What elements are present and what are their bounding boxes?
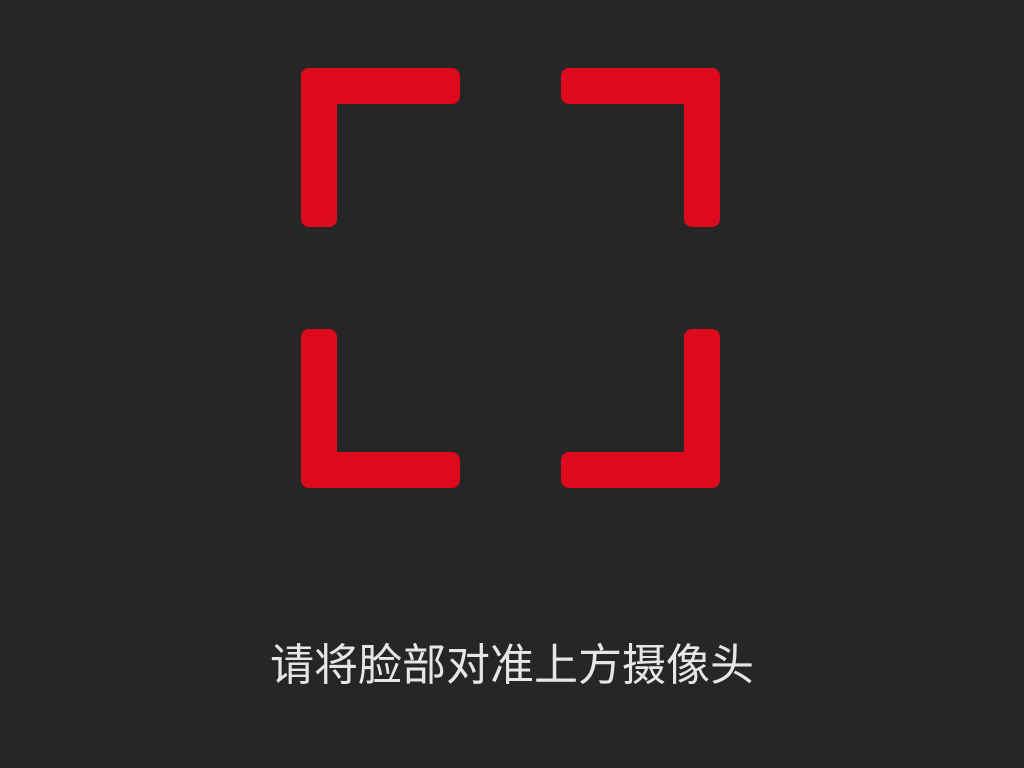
frame-corner-bottom-right	[561, 329, 720, 488]
face-scan-frame-icon	[301, 68, 720, 488]
frame-corner-top-right-vertical	[684, 68, 720, 227]
frame-corner-bottom-left	[301, 329, 460, 488]
face-scan-screen: 请将脸部对准上方摄像头	[0, 0, 1024, 768]
frame-corner-bottom-right-vertical	[684, 329, 720, 488]
frame-corner-top-right	[561, 68, 720, 227]
instruction-text: 请将脸部对准上方摄像头	[270, 640, 754, 691]
frame-corner-bottom-left-vertical	[301, 329, 337, 488]
frame-corner-top-left	[301, 68, 460, 227]
frame-corner-top-left-vertical	[301, 68, 337, 227]
